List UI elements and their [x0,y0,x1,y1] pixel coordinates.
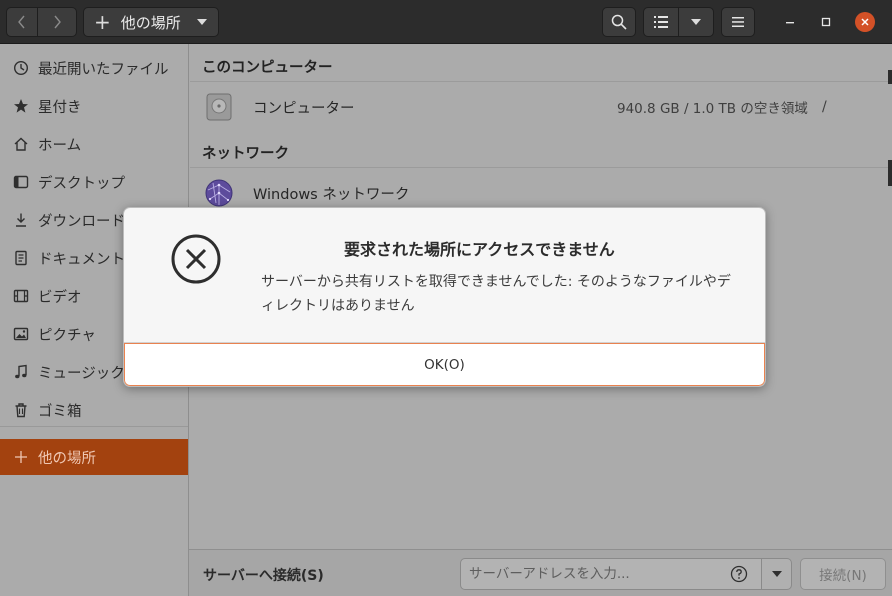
maximize-button[interactable] [816,12,836,32]
section-header-network: ネットワーク [202,146,289,162]
sidebar-divider [0,426,188,427]
sidebar-item-label: デスクトップ [38,175,125,192]
recent-icon [12,59,30,77]
minimize-button[interactable] [780,12,800,32]
plus-icon [12,448,30,466]
home-icon [12,135,30,153]
list-view-icon [654,16,668,28]
location-label: 他の場所 [120,13,181,32]
go-back-icon [18,15,25,29]
chevron-down-icon [771,571,782,577]
sidebar-item-desktop[interactable]: デスクトップ [0,164,188,200]
plus-icon: + [94,10,111,34]
close-button[interactable] [855,12,875,32]
sidebar-item-starred[interactable]: 星付き [0,88,188,124]
ok-button[interactable]: OK(O) [124,343,765,386]
go-forward-icon [54,15,61,29]
error-circle-x-icon [171,234,221,284]
harddisk-icon [206,93,232,121]
chevron-down-icon [197,19,207,25]
picture-icon [12,325,30,343]
sidebar-item-label: 星付き [38,99,82,116]
network-globe-icon [205,179,233,207]
back-button[interactable] [6,7,38,37]
view-options-button[interactable] [678,7,714,37]
error-dialog: 要求された場所にアクセスできません サーバーから共有リストを取得できませんでした… [123,207,766,387]
chevron-down-icon [691,19,701,25]
background-window-edge [888,70,892,84]
location-name: コンピューター [253,100,355,117]
search-icon [611,14,627,30]
trash-icon [12,401,30,419]
recent-servers-dropdown[interactable] [761,558,792,590]
sidebar-item-label: ゴミ箱 [38,403,82,420]
desktop-icon [12,173,30,191]
sidebar-item-label: ビデオ [38,289,82,306]
close-icon [861,18,869,26]
sidebar-item-label: ミュージック [38,365,125,382]
sidebar-item-home[interactable]: ホーム [0,126,188,162]
sidebar-item-other-locations[interactable]: 他の場所 [0,439,188,475]
section-divider [190,167,892,168]
hamburger-menu-icon [732,17,744,27]
download-icon [12,211,30,229]
connect-button[interactable]: 接続(N) [800,558,886,590]
sidebar-item-label: 他の場所 [38,450,96,467]
music-icon [12,363,30,381]
connect-to-server-label: サーバーへ接続(S) [203,568,324,584]
connect-to-server-bar: サーバーへ接続(S) 接続(N) [189,549,892,596]
dialog-message: サーバーから共有リストを取得できませんでした: そのようなファイルやディレクトリ… [261,274,731,314]
document-icon [12,249,30,267]
sidebar-item-label: ドキュメント [38,251,125,268]
header-bar: + 他の場所 [0,0,892,44]
mount-path: / [822,99,827,115]
search-button[interactable] [602,7,636,37]
section-divider [190,81,892,82]
maximize-icon [821,17,831,27]
sidebar-item-label: ピクチャ [38,327,96,344]
location-path-button[interactable]: + 他の場所 [83,7,219,37]
section-header-this-computer: このコンピューター [202,60,333,76]
location-name: Windows ネットワーク [253,186,410,203]
sidebar-item-label: 最近開いたファイル [38,61,169,78]
forward-button[interactable] [37,7,77,37]
sidebar-item-label: ホーム [38,137,82,154]
help-icon[interactable] [730,565,748,583]
sidebar-item-label: ダウンロード [38,213,125,230]
minimize-icon [786,22,794,24]
main-menu-button[interactable] [721,7,755,37]
location-row-computer[interactable]: コンピューター 940.8 GB / 1.0 TB の空き領域 / [190,84,892,130]
sidebar-item-recent[interactable]: 最近開いたファイル [0,50,188,86]
background-window-edge [888,160,892,186]
video-icon [12,287,30,305]
server-address-input[interactable] [460,558,762,590]
list-view-button[interactable] [643,7,679,37]
sidebar-item-trash[interactable]: ゴミ箱 [0,392,188,428]
disk-space-info: 940.8 GB / 1.0 TB の空き領域 [617,101,808,117]
dialog-title: 要求された場所にアクセスできません [344,240,615,259]
star-icon [12,97,30,115]
